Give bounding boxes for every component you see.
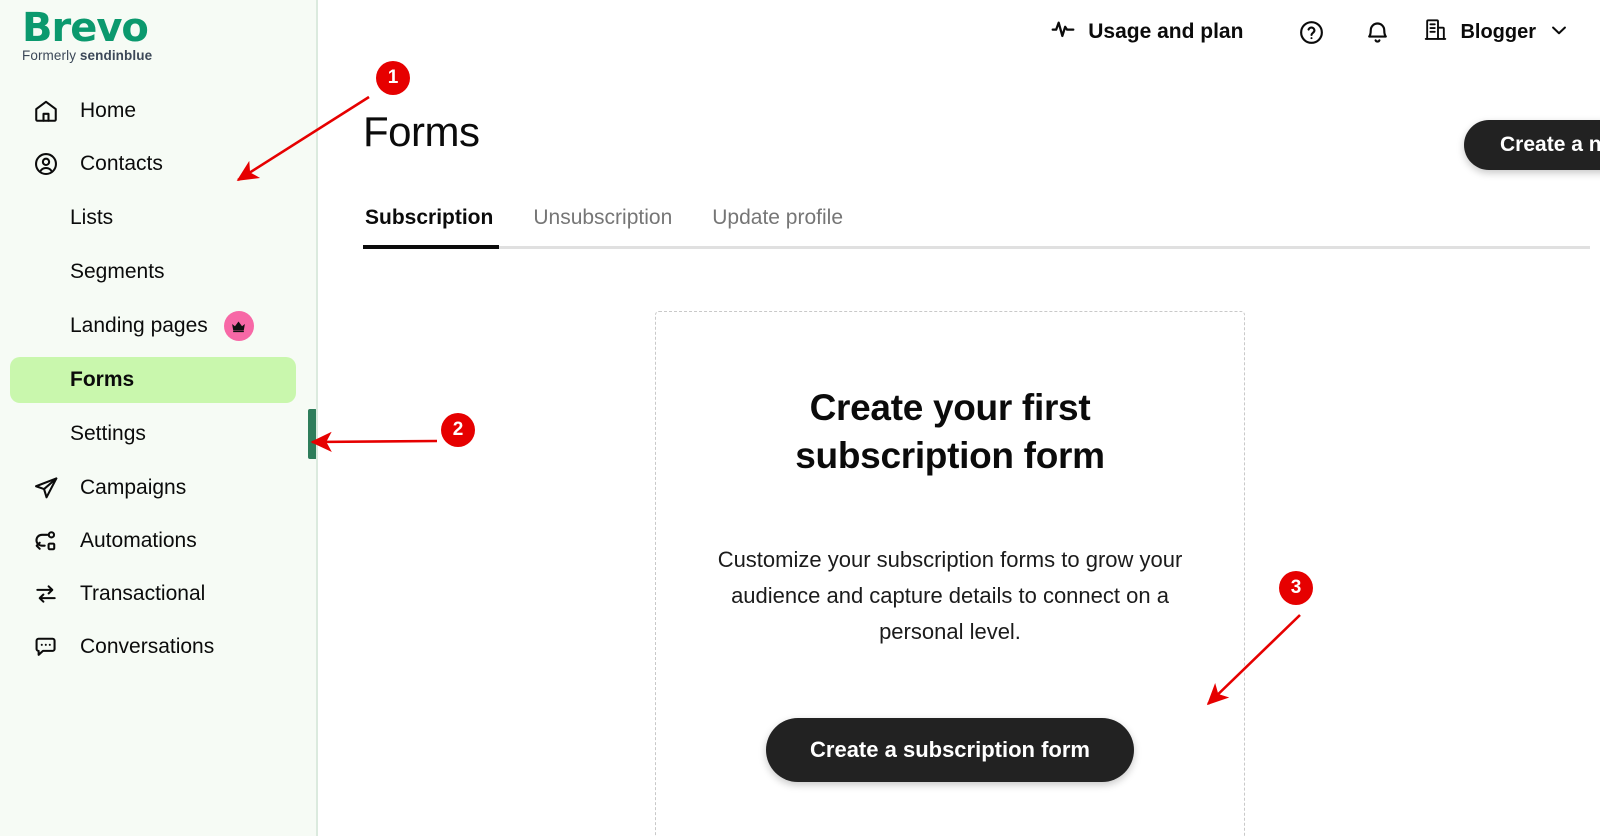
active-section-edge-indicator	[308, 409, 316, 459]
sidebar-item-settings[interactable]: Settings	[10, 411, 296, 457]
create-new-subscription-form-button[interactable]: Create a new subscription form	[1464, 120, 1600, 170]
sidebar-item-transactional[interactable]: Transactional	[10, 571, 296, 617]
sidebar-item-contacts[interactable]: Contacts	[10, 141, 296, 187]
conversations-chat-icon	[32, 633, 60, 661]
account-switcher[interactable]: Blogger	[1423, 17, 1570, 47]
main-content: Usage and plan Blogger Forms Create a n …	[318, 0, 1600, 836]
help-circle-icon[interactable]	[1291, 12, 1331, 52]
tab-unsubscription[interactable]: Unsubscription	[513, 206, 692, 246]
brand-tagline-suffix: sendinblue	[79, 48, 153, 63]
empty-state-card: Create your first subscription form Cust…	[655, 311, 1245, 836]
sidebar: Brevo Formerly sendinblue Home Contacts …	[0, 0, 318, 836]
account-name: Blogger	[1460, 20, 1536, 43]
top-bar: Usage and plan Blogger	[318, 0, 1600, 64]
sidebar-item-label: Home	[80, 99, 137, 122]
chevron-down-icon	[1548, 19, 1570, 46]
create-subscription-form-button[interactable]: Create a subscription form	[766, 718, 1134, 782]
sidebar-item-campaigns[interactable]: Campaigns	[10, 465, 296, 511]
brand-tagline: Formerly sendinblue	[22, 48, 316, 64]
sidebar-item-forms[interactable]: Forms	[10, 357, 296, 403]
page-title: Forms	[363, 108, 480, 155]
sidebar-item-landing-pages[interactable]: Landing pages	[10, 303, 296, 349]
sidebar-item-label: Transactional	[80, 582, 206, 605]
campaigns-send-icon	[32, 474, 60, 502]
sidebar-item-home[interactable]: Home	[10, 88, 296, 134]
sidebar-item-automations[interactable]: Automations	[10, 518, 296, 564]
sidebar-item-label: Settings	[70, 422, 146, 445]
annotation-marker-2: 2	[441, 413, 475, 447]
brevo-wordmark: Brevo	[22, 5, 149, 51]
annotation-marker-1: 1	[376, 61, 410, 95]
empty-state-description: Customize your subscription forms to gro…	[717, 547, 1183, 644]
sidebar-item-label: Forms	[70, 368, 135, 391]
contacts-icon	[32, 150, 60, 178]
sidebar-item-label: Segments	[70, 260, 165, 283]
tab-update-profile[interactable]: Update profile	[692, 206, 863, 246]
tab-subscription[interactable]: Subscription	[363, 206, 513, 249]
empty-state-title-line2: subscription form	[795, 435, 1105, 476]
brand-logo-block[interactable]: Brevo Formerly sendinblue	[0, 0, 316, 64]
activity-pulse-icon	[1050, 16, 1076, 48]
sidebar-item-label: Landing pages	[70, 314, 208, 337]
empty-state-title-line1: Create your first	[809, 387, 1091, 428]
usage-and-plan-button[interactable]: Usage and plan	[1050, 16, 1243, 48]
bell-icon[interactable]	[1357, 12, 1397, 52]
sidebar-item-conversations[interactable]: Conversations	[10, 624, 296, 670]
sidebar-item-label: Automations	[80, 529, 197, 552]
automations-icon	[32, 527, 60, 555]
forms-tabs: Subscription Unsubscription Update profi…	[363, 206, 1590, 249]
brand-tagline-prefix: Formerly	[22, 48, 77, 63]
sidebar-item-segments[interactable]: Segments	[10, 249, 296, 295]
usage-and-plan-label: Usage and plan	[1088, 20, 1244, 43]
company-building-icon	[1423, 17, 1448, 47]
sidebar-item-label: Contacts	[80, 152, 163, 175]
sidebar-item-label: Campaigns	[80, 476, 187, 499]
brevo-forms-page: Brevo Formerly sendinblue Home Contacts …	[0, 0, 1600, 836]
home-icon	[32, 97, 60, 125]
empty-state-title: Create your first subscription form	[795, 384, 1105, 480]
annotation-marker-3: 3	[1279, 571, 1313, 605]
sidebar-item-lists[interactable]: Lists	[10, 195, 296, 241]
sidebar-item-label: Conversations	[80, 635, 215, 658]
sidebar-nav: Home Contacts Lists Segments Landing pag…	[0, 88, 316, 670]
sidebar-item-label: Lists	[70, 206, 114, 229]
crown-icon	[223, 311, 254, 341]
transactional-exchange-icon	[32, 580, 60, 608]
